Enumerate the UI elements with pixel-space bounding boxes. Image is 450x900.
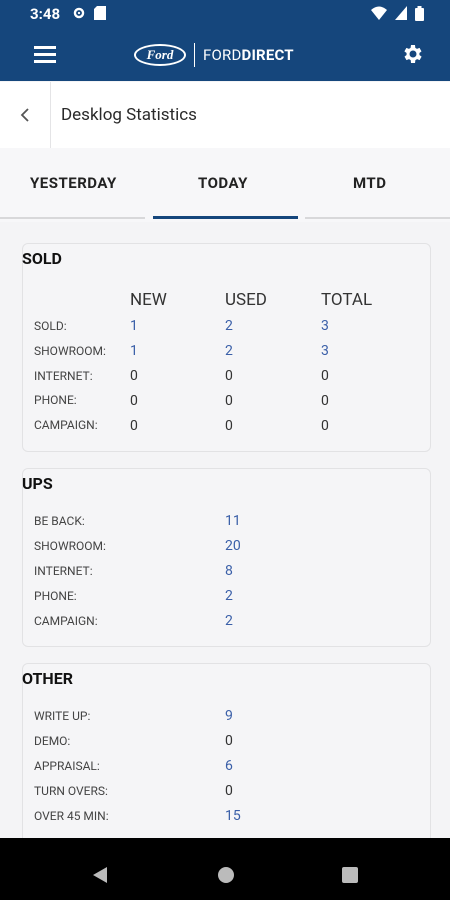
row-value: 8 — [225, 563, 233, 579]
wifi-icon — [371, 6, 387, 20]
row-value: 0 — [225, 733, 233, 749]
ford-logo: Ford — [134, 44, 186, 66]
menu-icon[interactable] — [34, 46, 56, 63]
row-value: 2 — [225, 588, 233, 604]
row-label: OVER 45 MIN: — [34, 809, 109, 823]
brand-text-light: FORD — [203, 46, 242, 64]
phone-new-value: 0 — [130, 393, 138, 409]
tab-today[interactable]: TODAY — [198, 174, 248, 192]
col-header-total: TOTAL — [321, 290, 373, 310]
row-label: PHONE: — [34, 393, 77, 407]
internet-total-value: 0 — [321, 368, 329, 384]
sold-new-value: 1 — [130, 318, 138, 334]
phone-total-value: 0 — [321, 393, 329, 409]
settings-notification-icon — [73, 7, 85, 19]
chevron-left-icon — [20, 108, 29, 122]
row-label: PHONE: — [34, 589, 77, 603]
back-button[interactable] — [0, 82, 51, 148]
tab-yesterday[interactable]: YESTERDAY — [30, 174, 117, 192]
row-value: 20 — [225, 538, 241, 554]
row-label: SHOWROOM: — [34, 344, 106, 358]
sd-card-icon — [94, 6, 106, 20]
other-card: OTHER WRITE UP: 9 DEMO: 0 APPRAISAL: 6 T… — [22, 663, 431, 845]
showroom-new-value: 1 — [130, 343, 138, 359]
row-label: SOLD: — [34, 319, 67, 333]
internet-used-value: 0 — [225, 368, 233, 384]
brand-text-bold: DIRECT — [241, 46, 294, 64]
app-bar: Ford FORDDIRECT — [0, 28, 450, 81]
row-value: 0 — [225, 783, 233, 799]
home-nav-icon[interactable] — [217, 866, 235, 884]
row-value: 9 — [225, 708, 233, 724]
other-title: OTHER — [22, 669, 73, 688]
phone-used-value: 0 — [225, 393, 233, 409]
tab-underline-mtd — [305, 217, 450, 219]
ford-direct-logo: Ford FORDDIRECT — [134, 43, 294, 67]
row-value: 6 — [225, 758, 233, 774]
row-label: CAMPAIGN: — [34, 418, 98, 432]
campaign-total-value: 0 — [321, 418, 329, 434]
internet-new-value: 0 — [130, 368, 138, 384]
ups-title: UPS — [22, 474, 53, 493]
row-label: INTERNET: — [34, 369, 93, 383]
row-value: 11 — [225, 513, 241, 529]
page-header: Desklog Statistics — [0, 82, 450, 149]
gear-icon[interactable] — [401, 42, 425, 66]
row-value: 15 — [225, 808, 241, 824]
campaign-used-value: 0 — [225, 418, 233, 434]
row-label: SHOWROOM: — [34, 539, 106, 553]
row-label: BE BACK: — [34, 514, 85, 528]
showroom-used-value: 2 — [225, 343, 233, 359]
row-label: CAMPAIGN: — [34, 614, 98, 628]
sold-title: SOLD — [22, 249, 62, 268]
campaign-new-value: 0 — [130, 418, 138, 434]
tab-mtd[interactable]: MTD — [353, 174, 386, 192]
battery-icon — [415, 6, 424, 21]
ups-card: UPS BE BACK: 11 SHOWROOM: 20 INTERNET: 8… — [22, 468, 431, 647]
date-range-tabs: YESTERDAY TODAY MTD — [0, 148, 450, 222]
col-header-used: USED — [225, 290, 267, 310]
row-label: INTERNET: — [34, 564, 93, 578]
showroom-total-value: 3 — [321, 343, 329, 359]
system-nav-bar — [0, 838, 450, 900]
back-nav-icon[interactable] — [92, 866, 108, 884]
row-label: DEMO: — [34, 734, 71, 748]
tab-underline-active — [153, 216, 298, 219]
signal-icon — [395, 6, 407, 20]
row-label: TURN OVERS: — [34, 784, 108, 798]
sold-total-value: 3 — [321, 318, 329, 334]
row-label: WRITE UP: — [34, 709, 91, 723]
sold-card: SOLD NEW USED TOTAL SOLD: 1 2 3 SHOWROOM… — [22, 243, 431, 452]
tab-underline-yesterday — [0, 217, 145, 219]
row-value: 2 — [225, 613, 233, 629]
col-header-new: NEW — [130, 290, 167, 310]
sold-used-value: 2 — [225, 318, 233, 334]
status-bar: 3:48 — [0, 0, 450, 28]
row-label: APPRAISAL: — [34, 759, 100, 773]
recents-nav-icon[interactable] — [342, 867, 358, 883]
page-title: Desklog Statistics — [61, 105, 197, 125]
status-time: 3:48 — [30, 5, 61, 23]
